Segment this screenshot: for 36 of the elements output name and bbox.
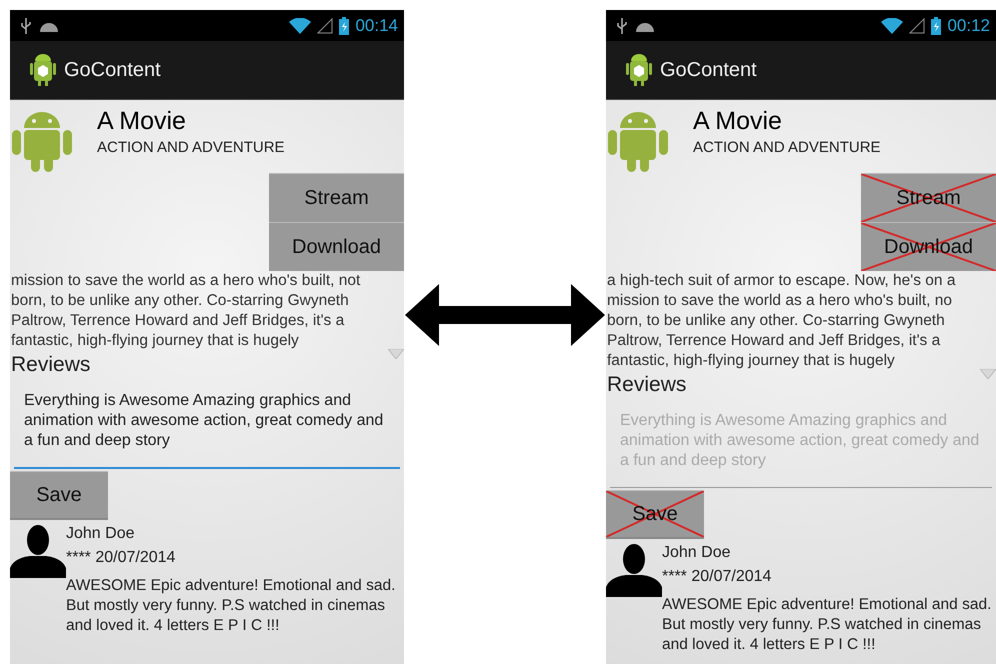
app-title: GoContent — [660, 58, 757, 82]
action-button[interactable]: Download — [269, 222, 404, 271]
review-rating-date: **** 20/07/2014 — [66, 548, 176, 568]
review-text: AWESOME Epic adventure! Emotional and sad. But mostly very funny. P.S watched in cinemas and loved it. 4 letters E P I C !!! — [66, 576, 396, 636]
wifi-icon — [881, 18, 904, 34]
battery-icon — [339, 16, 350, 34]
review-input-field[interactable]: Everything is Awesome Amazing graphics and animation with awesome action, great comedy and a fun and deep story — [14, 391, 400, 469]
app-title: GoContent — [64, 58, 161, 82]
reviewer-name: John Doe — [662, 543, 732, 563]
signal-icon — [317, 18, 334, 34]
reviews-heading: Reviews — [606, 373, 686, 397]
reviews-heading: Reviews — [10, 353, 90, 377]
status-time: 00:12 — [947, 16, 990, 36]
dropdown-triangle-icon — [980, 369, 996, 379]
person-silhouette-icon — [606, 543, 662, 597]
review-text: AWESOME Epic adventure! Emotional and sad. But mostly very funny. P.S watched in cinemas and loved it. 4 letters E P I C !!! — [662, 595, 992, 655]
usb-icon — [20, 16, 32, 34]
movie-description: mission to save the world as a hero who's built, not born, to be unlike any other. Co-starring Gwyneth Paltrow, Terrence Howard and Jeff Bridges, it's a fantastic, high-flying journey that is hugely — [10, 271, 362, 351]
dropdown-triangle-icon — [388, 349, 404, 359]
movie-title: A Movie — [97, 106, 187, 136]
movie-title: A Movie — [693, 106, 783, 136]
usb-icon — [616, 16, 628, 34]
status-time: 00:14 — [355, 16, 398, 36]
wifi-icon — [289, 18, 312, 34]
movie-genre: ACTION AND ADVENTURE — [693, 138, 881, 158]
app-icon — [626, 53, 652, 87]
save-button[interactable]: Save — [10, 471, 108, 520]
reviewer-name: John Doe — [66, 524, 136, 544]
signal-icon — [909, 18, 926, 34]
movie-description: a high-tech suit of armor to escape. Now, he's on a mission to save the world as a hero who's built, no born, to be unlike any other. Co-starring Gwyneth Paltrow, Terrence Howard and Jeff Bridges, it's a fantastic, high-flying journey that is hugely — [606, 271, 956, 371]
app-icon — [30, 53, 56, 87]
review-rating-date: **** 20/07/2014 — [662, 567, 772, 587]
person-silhouette-icon — [10, 524, 66, 578]
movie-genre: ACTION AND ADVENTURE — [97, 138, 285, 158]
battery-icon — [931, 16, 942, 34]
action-button[interactable]: Stream — [269, 173, 404, 222]
